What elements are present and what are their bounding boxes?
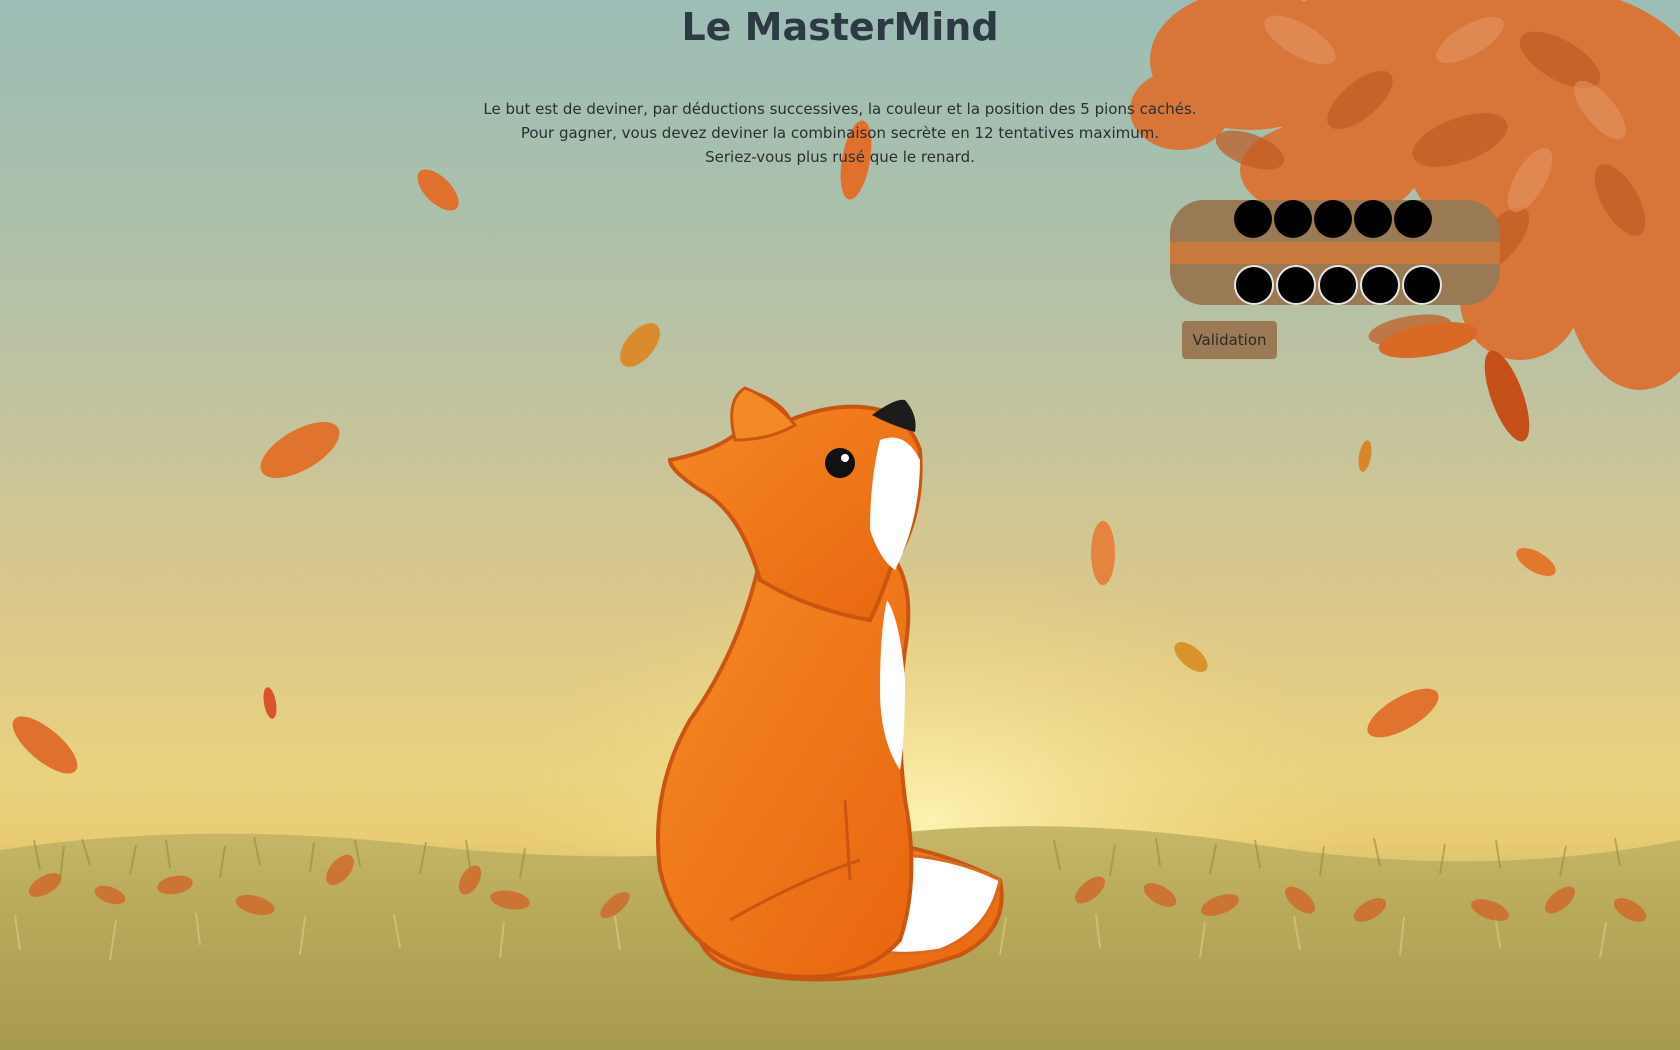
instruction-line: Pour gagner, vous devez deviner la combi… <box>520 124 1160 142</box>
validate-button[interactable]: Validation <box>1182 321 1277 359</box>
guess-peg-slot[interactable] <box>1276 265 1316 305</box>
hidden-combination-row <box>1234 200 1434 238</box>
page-title: Le MasterMind <box>681 5 999 49</box>
hidden-peg <box>1234 200 1272 238</box>
guess-peg-slot[interactable] <box>1360 265 1400 305</box>
guess-peg-slot[interactable] <box>1318 265 1358 305</box>
instruction-line: Le but est de deviner, par déductions su… <box>483 100 1197 118</box>
board-divider <box>1170 242 1500 264</box>
hidden-peg <box>1314 200 1352 238</box>
hidden-peg <box>1354 200 1392 238</box>
guess-peg-slot[interactable] <box>1234 265 1274 305</box>
game-instructions: Le but est de deviner, par déductions su… <box>0 97 1680 169</box>
hidden-peg <box>1394 200 1432 238</box>
guess-row <box>1234 265 1444 305</box>
instruction-line: Seriez-vous plus rusé que le renard. <box>705 148 975 166</box>
guess-peg-slot[interactable] <box>1402 265 1442 305</box>
mastermind-board <box>1170 200 1500 305</box>
hidden-peg <box>1274 200 1312 238</box>
